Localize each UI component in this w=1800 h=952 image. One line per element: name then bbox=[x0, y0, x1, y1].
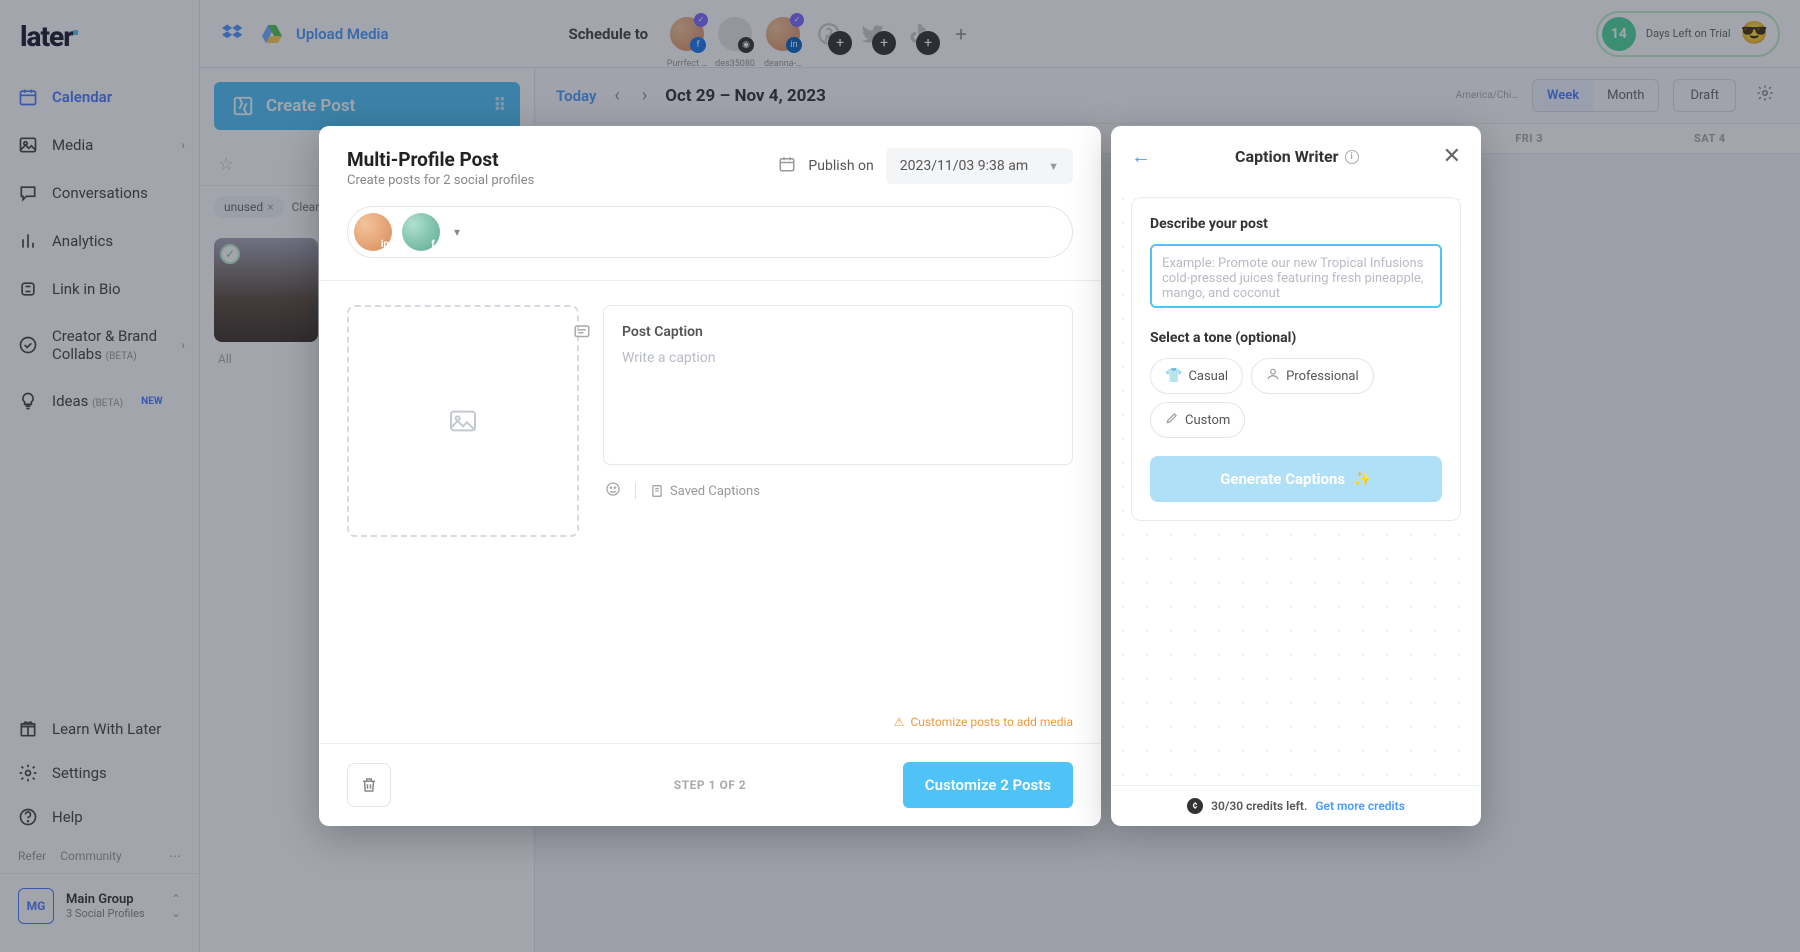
modal-subtitle: Create posts for 2 social profiles bbox=[347, 173, 534, 188]
tone-label: Select a tone (optional) bbox=[1150, 330, 1442, 346]
delete-button[interactable] bbox=[347, 763, 391, 807]
tone-custom[interactable]: Custom bbox=[1150, 402, 1245, 438]
tone-professional[interactable]: Professional bbox=[1251, 358, 1374, 394]
publish-date-picker[interactable]: 2023/11/03 9:38 am ▼ bbox=[886, 148, 1073, 184]
back-button[interactable]: ← bbox=[1131, 144, 1151, 169]
get-credits-link[interactable]: Get more credits bbox=[1315, 799, 1405, 813]
sparkle-icon: ✨ bbox=[1353, 470, 1372, 488]
warning-icon: ⚠ bbox=[894, 715, 905, 729]
caption-icon bbox=[573, 323, 591, 346]
warning-text: ⚠Customize posts to add media bbox=[894, 715, 1073, 729]
close-button[interactable]: ✕ bbox=[1443, 144, 1461, 169]
coin-icon: ¢ bbox=[1187, 798, 1203, 814]
pencil-icon bbox=[1165, 411, 1179, 429]
panel-title: Caption Writer bbox=[1235, 147, 1339, 166]
saved-captions-link[interactable]: Saved Captions bbox=[650, 484, 760, 499]
profile-avatar: in bbox=[354, 213, 392, 251]
chevron-down-icon: ▼ bbox=[1048, 160, 1059, 173]
describe-input[interactable] bbox=[1150, 244, 1442, 308]
publish-label: Publish on bbox=[808, 158, 873, 174]
tshirt-icon: 👕 bbox=[1165, 368, 1182, 384]
chevron-down-icon: ▾ bbox=[454, 225, 460, 239]
generate-captions-button[interactable]: Generate Captions ✨ bbox=[1150, 456, 1442, 502]
tone-casual[interactable]: 👕Casual bbox=[1150, 358, 1243, 394]
facebook-icon: f bbox=[424, 235, 442, 253]
linkedin-icon: in bbox=[376, 235, 394, 253]
caption-writer-panel: ← Caption Writer i ✕ Describe your post … bbox=[1111, 126, 1481, 826]
calendar-icon bbox=[778, 155, 796, 178]
customize-button[interactable]: Customize 2 Posts bbox=[903, 762, 1073, 808]
step-indicator: STEP 1 OF 2 bbox=[674, 778, 746, 792]
compose-modal: Multi-Profile Post Create posts for 2 so… bbox=[319, 126, 1101, 826]
credits-text: 30/30 credits left. bbox=[1211, 799, 1307, 813]
profile-pill-selector[interactable]: in f ▾ bbox=[347, 206, 1073, 258]
caption-card: Post Caption bbox=[603, 305, 1073, 465]
caption-label: Post Caption bbox=[622, 324, 1054, 340]
person-icon bbox=[1266, 367, 1280, 385]
profile-avatar: f bbox=[402, 213, 440, 251]
caption-input[interactable] bbox=[622, 350, 1054, 440]
info-icon[interactable]: i bbox=[1345, 150, 1359, 164]
media-dropzone[interactable] bbox=[347, 305, 579, 537]
modal-title: Multi-Profile Post bbox=[347, 148, 534, 171]
describe-label: Describe your post bbox=[1150, 216, 1442, 232]
emoji-icon[interactable] bbox=[605, 481, 621, 501]
